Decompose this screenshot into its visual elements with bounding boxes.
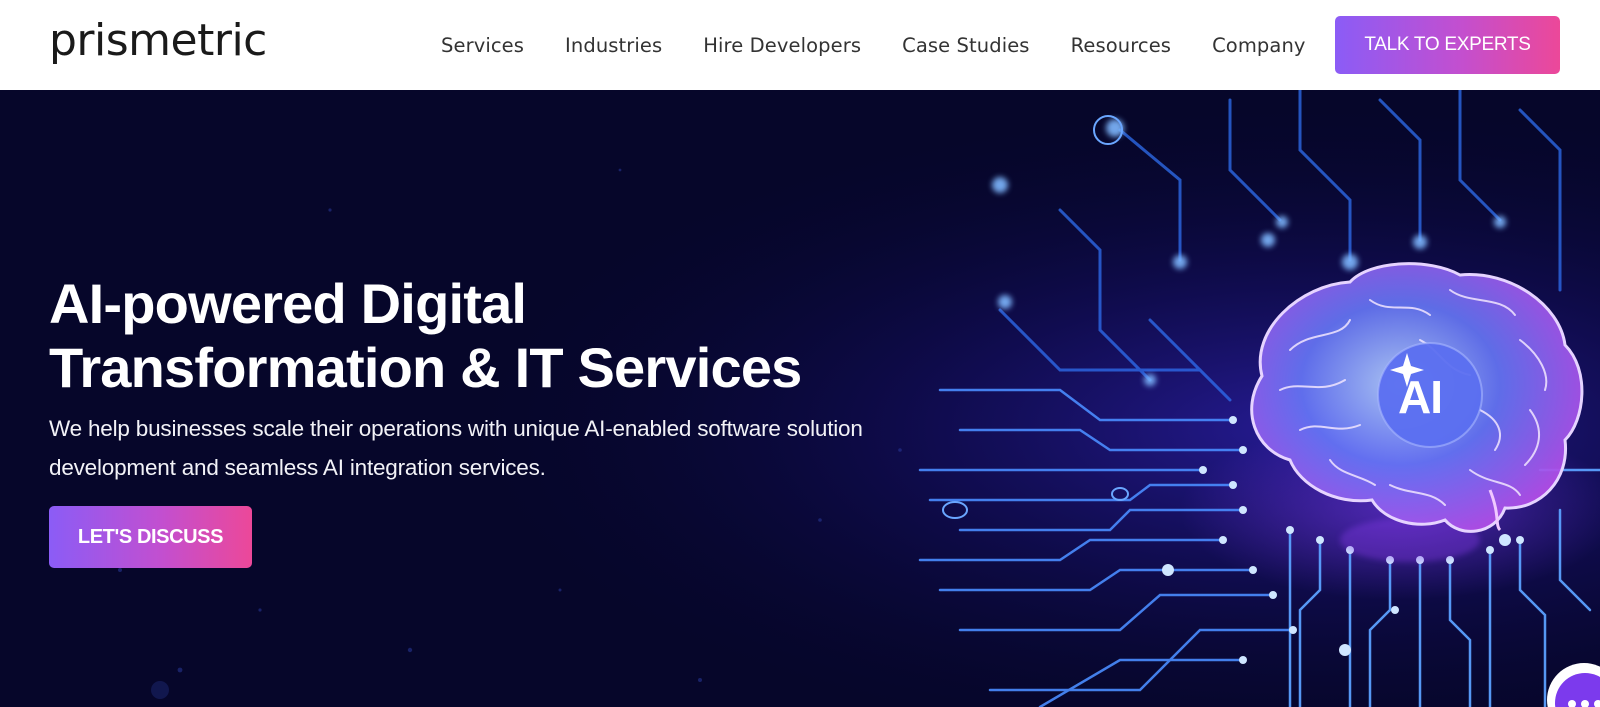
brand-logo[interactable]: prismetric bbox=[49, 10, 267, 72]
main-nav: Services Industries Hire Developers Case… bbox=[441, 0, 1306, 90]
nav-item-industries[interactable]: Industries bbox=[565, 34, 662, 57]
ai-badge: AI bbox=[1398, 372, 1468, 422]
nav-item-services[interactable]: Services bbox=[441, 34, 524, 57]
chat-dots-icon bbox=[1568, 700, 1600, 707]
lets-discuss-button[interactable]: LET'S DISCUSS bbox=[49, 506, 252, 568]
nav-item-case-studies[interactable]: Case Studies bbox=[902, 34, 1029, 57]
hero-title-line-2: Transformation & IT Services bbox=[49, 336, 802, 399]
ai-badge-label: AI bbox=[1398, 371, 1443, 423]
nav-item-hire-developers[interactable]: Hire Developers bbox=[703, 34, 861, 57]
hero-section: AI AI-powered Digital Transformation & I… bbox=[0, 90, 1600, 707]
nav-item-resources[interactable]: Resources bbox=[1071, 34, 1172, 57]
hero-subtitle: We help businesses scale their operation… bbox=[49, 416, 863, 480]
nav-item-company[interactable]: Company bbox=[1212, 34, 1305, 57]
talk-to-experts-button[interactable]: TALK TO EXPERTS bbox=[1335, 16, 1560, 74]
hero-title: AI-powered Digital Transformation & IT S… bbox=[49, 272, 949, 400]
site-header: prismetric Services Industries Hire Deve… bbox=[0, 0, 1600, 90]
chat-bubble-icon bbox=[1555, 673, 1600, 707]
hero-title-line-1: AI-powered Digital bbox=[49, 272, 527, 335]
